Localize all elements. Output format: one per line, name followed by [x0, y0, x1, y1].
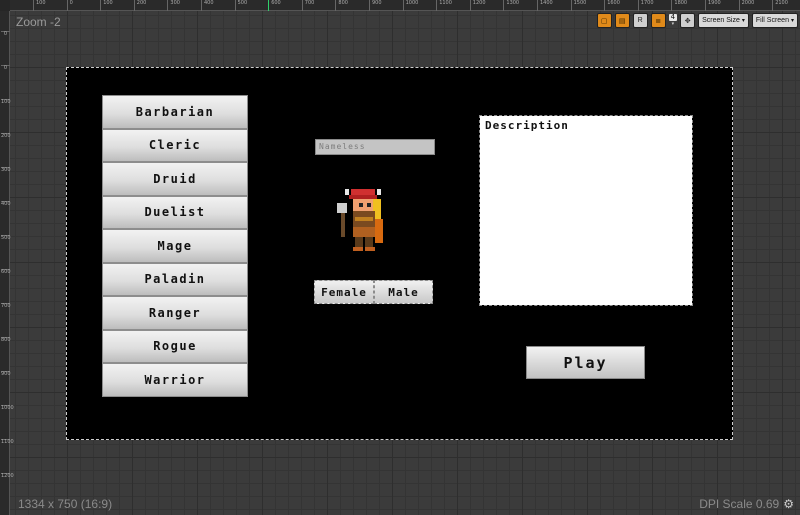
dpi-scale: DPI Scale 0.69 ⚙	[699, 497, 794, 511]
play-button[interactable]: Play	[526, 346, 645, 379]
grid-size-stepper[interactable]: 4 ▾	[668, 12, 678, 28]
description-box: Description	[479, 115, 693, 306]
ruler-tick: 800	[335, 0, 348, 11]
description-label: Description	[485, 119, 569, 132]
ruler-tick: 0	[1, 65, 10, 71]
chevron-down-icon: ▾	[741, 18, 745, 24]
ruler-tick: 1400	[537, 0, 553, 11]
chevron-down-icon: ▾	[671, 20, 675, 27]
ruler-tick: 1200	[1, 473, 14, 479]
ruler-tick: 2100	[772, 0, 788, 11]
ruler-tick: 800	[1, 337, 11, 343]
ruler-tick: 300	[167, 0, 180, 11]
gender-selector: Female Male	[314, 280, 433, 304]
character-sprite	[337, 189, 383, 251]
left-ruler: 0 0 100 200 300 400 500 600 700 800 900 1000 1100 120…	[0, 11, 14, 515]
fill-screen-label: Fill Screen	[755, 17, 789, 24]
class-button-ranger[interactable]: Ranger	[102, 296, 248, 330]
designer-toolbar: ▢ ▤ R ≣ 4 ▾ ✥ Screen Size ▾ Fill Screen ▾	[596, 12, 798, 28]
grid-size-value: 4	[668, 12, 678, 21]
ruler-tick: 1700	[637, 0, 654, 11]
fit-screen-icon[interactable]: ✥	[680, 13, 696, 28]
ruler-tick: 600	[268, 0, 281, 11]
gear-icon[interactable]: ⚙	[783, 497, 794, 511]
ruler-tick: 500	[234, 0, 247, 11]
ruler-tick: 200	[133, 0, 146, 11]
class-button-rogue[interactable]: Rogue	[102, 329, 248, 363]
ruler-tick: 1500	[570, 0, 586, 11]
male-button[interactable]: Male	[374, 280, 433, 304]
class-button-druid[interactable]: Druid	[102, 162, 248, 196]
ruler-tick: 100	[1, 99, 11, 105]
class-button-barbarian[interactable]: Barbarian	[102, 95, 248, 129]
r-label: R	[637, 17, 643, 24]
screen-size-dropdown[interactable]: Screen Size ▾	[698, 13, 749, 28]
ruler-tick: 200	[1, 133, 11, 139]
class-button-paladin[interactable]: Paladin	[102, 262, 248, 296]
class-button-cleric[interactable]: Cleric	[102, 128, 248, 162]
chevron-down-icon: ▾	[790, 18, 794, 24]
name-input[interactable]: Nameless	[315, 139, 435, 155]
dpi-scale-label: DPI Scale 0.69	[699, 497, 780, 511]
ruler-tick: 700	[301, 0, 314, 11]
layout-toggle-icon[interactable]: ▤	[614, 13, 630, 28]
ruler-tick: 100	[100, 0, 113, 11]
ruler-tick: 400	[1, 201, 11, 207]
ruler-tick: 400	[201, 0, 214, 11]
class-list: Barbarian Cleric Druid Duelist Mage Paladin Ra…	[102, 95, 248, 397]
resolution-label: 1334 x 750 (16:9)	[18, 497, 113, 511]
ruler-tick: 1600	[604, 0, 620, 11]
ruler-tick: 0	[1, 31, 10, 37]
class-button-duelist[interactable]: Duelist	[102, 195, 248, 229]
ruler-tick: 100	[33, 0, 46, 11]
ruler-tick: 1000	[1, 405, 14, 411]
fill-screen-dropdown[interactable]: Fill Screen ▾	[751, 13, 798, 28]
ruler-tick: 500	[1, 235, 11, 241]
female-button[interactable]: Female	[314, 280, 374, 304]
ruler-tick: 900	[1, 371, 11, 377]
ruler-tick: 1900	[705, 0, 721, 11]
ruler-tick: 2000	[738, 0, 754, 11]
outline-toggle-icon[interactable]: ▢	[596, 13, 612, 28]
top-ruler: 100 0 100 200 300 400 500 600 700 800 900 1000 1100 1…	[10, 0, 800, 11]
ruler-tick: 0	[66, 0, 73, 11]
grid-snap-icon[interactable]: ≣	[650, 13, 666, 28]
ruler-tick: 300	[1, 167, 11, 173]
ruler-tick: 900	[369, 0, 382, 11]
widget-canvas: Barbarian Cleric Druid Duelist Mage Paladin Ra…	[66, 67, 733, 440]
class-button-warrior[interactable]: Warrior	[102, 363, 248, 397]
class-button-mage[interactable]: Mage	[102, 229, 248, 263]
ruler-corner	[0, 0, 10, 11]
zoom-label: Zoom -2	[16, 15, 61, 29]
ruler-tick: 1000	[402, 0, 418, 11]
screen-size-label: Screen Size	[702, 17, 740, 24]
ruler-tick: 1300	[503, 0, 519, 11]
ruler-tick: 1800	[671, 0, 687, 11]
ruler-tick: 1100	[436, 0, 452, 11]
ruler-tick: 1200	[469, 0, 486, 11]
ruler-tick: 700	[1, 303, 11, 309]
ruler-tick: 600	[1, 269, 11, 275]
ruler-tick: 1100	[1, 439, 14, 445]
respect-locks-button[interactable]: R	[632, 13, 648, 28]
